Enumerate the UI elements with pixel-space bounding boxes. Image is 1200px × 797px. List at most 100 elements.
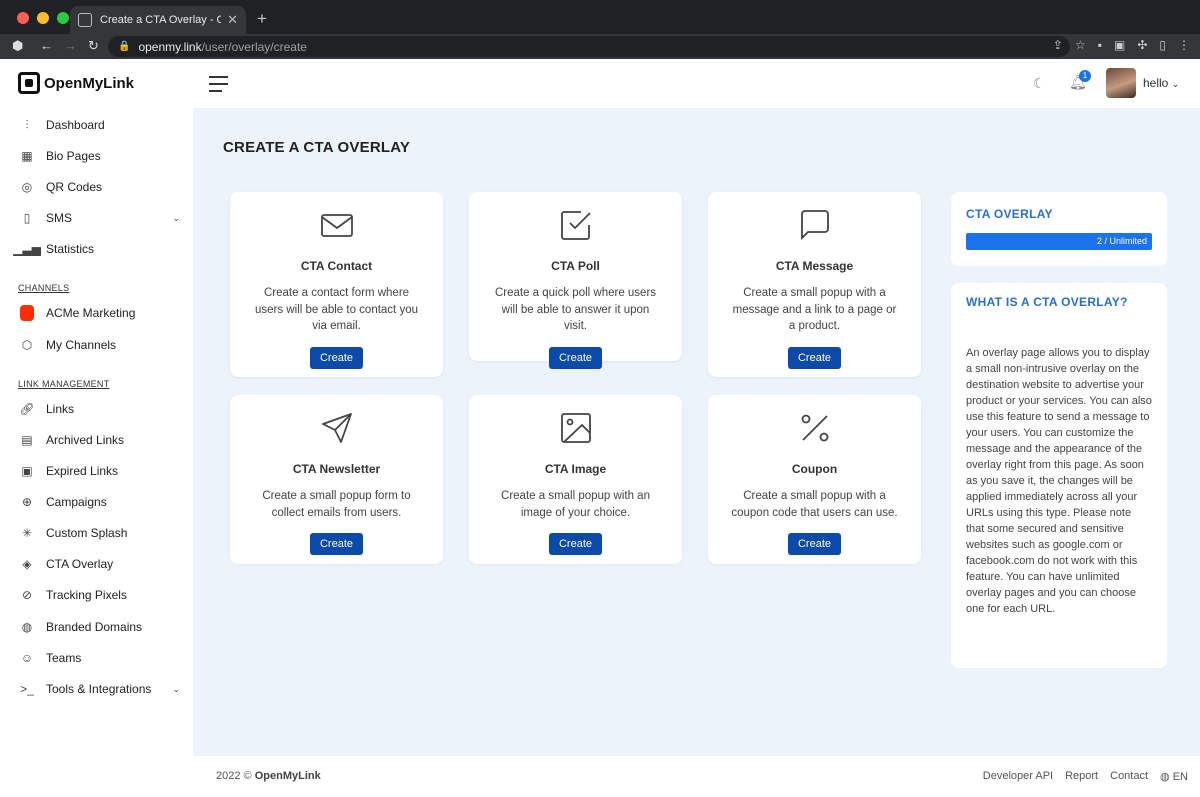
sidebar-item-links[interactable]: 🔗︎ Links [19,399,180,419]
minimize-window-icon[interactable] [37,12,49,24]
username: hello [1143,76,1169,90]
sidebar: OpenMyLink ⫶ Dashboard ▦ Bio Pages ◎ QR Cod… [0,59,193,797]
layout-icon: ▦ [21,149,33,163]
puzzle-icon[interactable]: ✣ [1137,38,1147,52]
info-text: An overlay page allows you to display a … [966,347,1152,615]
layers-icon: ◈ [22,557,32,571]
sidebar-item-label: ACMe Marketing [46,306,136,320]
developer-api-link[interactable]: Developer API [983,770,1053,783]
extension-icon[interactable]: ⬢ [12,38,23,54]
sidebar-item-my-channels[interactable]: ⬡ My Channels [20,335,180,355]
sidebar-item-archived-links[interactable]: ▤ Archived Links [20,430,180,450]
dark-mode-icon[interactable]: ☾ [1033,75,1046,92]
url-domain: openmy.link [138,39,202,54]
phone-icon: ▯ [23,211,31,225]
copyright-year: 2022 © [216,770,252,782]
send-icon [321,413,352,443]
avatar[interactable] [1106,68,1136,98]
sidebar-item-qr-codes[interactable]: ◎ QR Codes [20,177,180,197]
address-bar[interactable]: 🔒 openmy.link/user/overlay/create [108,36,1070,57]
tab-title: Create a CTA Overlay - OpenMyLink [100,14,222,26]
cta-poll-card: CTA Poll Create a quick poll where users… [469,192,682,369]
close-tab-icon[interactable]: ✕ [227,12,238,28]
window-controls[interactable] [17,12,69,24]
logo[interactable]: OpenMyLink [18,72,134,94]
sidebar-toggle-icon[interactable]: ▯ [1159,38,1166,52]
sidebar-item-label: Custom Splash [46,526,128,540]
reload-icon[interactable]: ↻ [88,38,99,54]
close-window-icon[interactable] [17,12,29,24]
sidebar-item-label: Links [46,402,75,416]
cta-contact-card: CTA Contact Create a contact form where … [230,192,443,377]
channel-color-icon [20,305,34,321]
sidebar-item-label: Statistics [46,242,95,256]
sidebar-item-label: My Channels [46,338,117,352]
sidebar-item-bio-pages[interactable]: ▦ Bio Pages [20,146,180,166]
sidebar-item-expired-links[interactable]: ▣ Expired Links [20,461,180,481]
sidebar-item-label: Campaigns [46,495,107,509]
menu-toggle-icon[interactable] [209,76,228,97]
back-icon[interactable]: ← [40,38,53,53]
chevron-down-icon: ⌄ [172,212,180,223]
language-selector[interactable]: ◍ EN [1160,770,1188,783]
channels-heading: CHANNELS [18,283,70,293]
create-cta-message-button[interactable]: Create [787,346,842,369]
browser-chrome: Create a CTA Overlay - OpenMyLink ✕ + ⬢ … [0,0,1200,59]
camera-icon[interactable]: ▪ [1098,38,1102,52]
sidebar-item-dashboard[interactable]: ⫶ Dashboard [20,115,180,135]
users-icon: ☺ [20,651,34,665]
calendar-icon: ▣ [21,464,33,478]
sidebar-item-teams[interactable]: ☺ Teams [20,648,180,668]
sidebar-item-campaigns[interactable]: ⊕ Campaigns [20,492,180,512]
footer: 2022 © OpenMyLink Developer API Report C… [193,756,1200,797]
report-link[interactable]: Report [1065,770,1098,783]
card-description: Create a small popup with a coupon code … [731,490,898,519]
lock-icon: 🔒 [118,41,131,52]
sidebar-item-cta-overlay[interactable]: ◈ CTA Overlay [20,554,180,574]
sidebar-item-label: Teams [46,651,82,665]
sidebar-item-branded-domains[interactable]: ◍ Branded Domains [20,617,180,637]
star-icon[interactable]: ☆ [1075,38,1086,52]
bar-chart-icon: ▁▃▅ [13,242,41,256]
card-description: Create a small popup with a message and … [732,287,897,332]
info-card: WHAT IS A CTA OVERLAY? An overlay page a… [951,283,1167,668]
create-cta-contact-button[interactable]: Create [309,346,364,369]
url-path: /user/overlay/create [201,39,307,54]
create-coupon-button[interactable]: Create [787,533,842,555]
usage-progress-bar: 2 / Unlimited [966,233,1152,250]
sidebar-item-statistics[interactable]: ▁▃▅ Statistics [13,239,180,259]
more-icon[interactable]: ⋮ [1178,38,1190,52]
create-cta-image-button[interactable]: Create [548,533,603,555]
sidebar-item-tracking-pixels[interactable]: ⊘ Tracking Pixels [20,585,180,605]
forward-icon[interactable]: → [64,38,77,53]
coupon-card: Coupon Create a small popup with a coupo… [708,395,921,564]
cta-image-card: CTA Image Create a small popup with an i… [469,395,682,564]
extension-badge-icon[interactable]: ▣ [1114,38,1125,52]
sidebar-item-custom-splash[interactable]: ✳ Custom Splash [20,523,180,543]
share-icon[interactable]: ⇪ [1053,38,1063,52]
sidebar-item-acme-marketing[interactable]: ACMe Marketing [20,303,180,323]
image-icon [560,413,591,443]
create-cta-newsletter-button[interactable]: Create [309,533,364,555]
card-title: CTA Message [775,259,854,273]
maximize-window-icon[interactable] [57,12,69,24]
notification-badge: 1 [1079,70,1091,82]
user-menu[interactable]: hello ⌄ [1143,76,1179,90]
card-title: Coupon [791,462,838,476]
sidebar-item-label: Dashboard [46,118,105,132]
sidebar-item-sms[interactable]: ▯ SMS ⌄ [20,208,180,228]
crosshair-icon: ⊕ [21,495,33,509]
contact-link[interactable]: Contact [1110,770,1148,783]
card-title: CTA Newsletter [292,462,381,476]
sidebar-item-label: Bio Pages [46,149,101,163]
create-cta-poll-button[interactable]: Create [548,346,603,369]
card-title: CTA Contact [300,259,373,273]
top-header: ☾ 🔔︎ 1 hello ⌄ [193,59,1200,108]
copyright: 2022 © OpenMyLink [216,770,321,782]
chevron-down-icon: ⌄ [172,683,180,694]
new-tab-icon[interactable]: + [257,9,267,29]
sidebar-item-label: Branded Domains [46,620,143,634]
sidebar-item-label: QR Codes [46,180,103,194]
sidebar-item-tools-integrations[interactable]: >_ Tools & Integrations ⌄ [20,679,180,699]
browser-tab[interactable]: Create a CTA Overlay - OpenMyLink ✕ [70,6,246,34]
